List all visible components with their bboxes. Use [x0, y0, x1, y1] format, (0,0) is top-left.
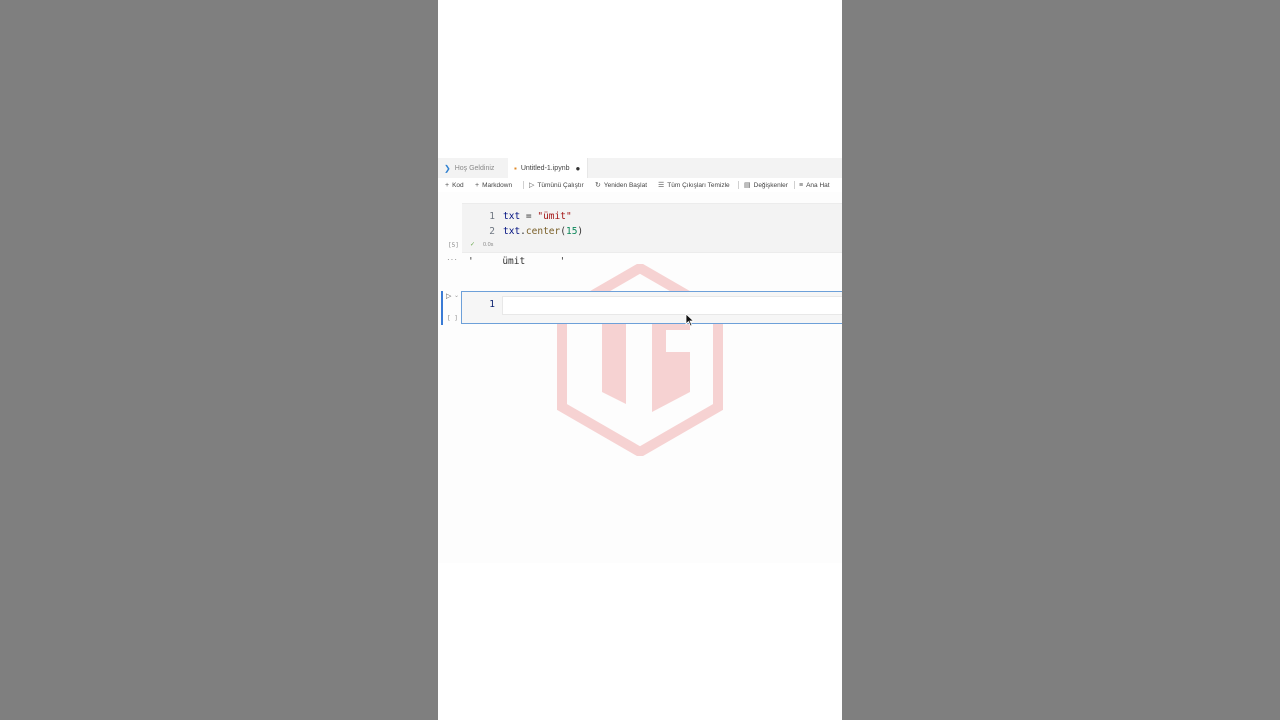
notebook-icon: ▪ [514, 163, 517, 173]
add-code-cell-button[interactable]: + Kod [445, 178, 464, 192]
restart-label: Yeniden Başlat [603, 181, 648, 189]
unsaved-dot-icon[interactable]: ● [575, 164, 580, 173]
code-token-variable: txt [503, 225, 521, 237]
line-number: 2 [489, 225, 495, 237]
success-check-icon: ✓ [470, 242, 476, 248]
execution-count: [ ] [447, 315, 458, 322]
outline-label: Ana Hat [806, 181, 830, 189]
execution-time: 0.0s [483, 242, 494, 248]
tab-welcome[interactable]: ❯ Hoş Geldiniz [444, 158, 510, 178]
active-cell-indicator [441, 291, 443, 325]
variables-button[interactable]: ▤ Değişkenler [744, 178, 788, 192]
code-token-operator: = [520, 210, 538, 222]
tab-bar: ❯ Hoş Geldiniz ▪ Untitled-1.ipynb ● [438, 158, 842, 179]
plus-icon: + [445, 181, 450, 189]
outline-button[interactable]: ≡ Ana Hat [799, 178, 830, 192]
restart-button[interactable]: ↻ Yeniden Başlat [595, 178, 647, 192]
execution-count: [5] [448, 242, 459, 249]
output-more-button[interactable]: ··· [447, 255, 458, 264]
code-line[interactable]: 1 [462, 297, 822, 311]
code-line[interactable]: 2 txt. center(15) [462, 224, 822, 238]
toolbar-divider [523, 181, 524, 189]
chevron-down-icon[interactable]: ⌄ [454, 292, 459, 299]
variables-icon: ▤ [744, 182, 751, 189]
code-token-number: 15 [565, 225, 578, 237]
tab-label: Hoş Geldiniz [454, 164, 495, 172]
code-token-function: center [525, 225, 561, 237]
code-line[interactable]: 1 txt = "ümit" [462, 209, 822, 223]
restart-icon: ↻ [595, 182, 601, 189]
notebook-toolbar: + Kod + Markdown ▷ Tümünü Çalıştır ↻ Yen… [438, 178, 842, 192]
line-number: 1 [489, 210, 495, 222]
code-token-paren: ) [577, 225, 584, 237]
code-token-variable: txt [503, 210, 521, 222]
clear-outputs-button[interactable]: ☰ Tüm Çıkışları Temizle [658, 178, 730, 192]
add-code-label: Kod [452, 181, 464, 189]
run-all-icon: ▷ [529, 182, 535, 189]
vscode-icon: ❯ [444, 163, 451, 173]
cell-output: ' ümit ' [468, 256, 566, 267]
mouse-cursor-icon [685, 313, 695, 327]
plus-icon: + [475, 181, 480, 189]
code-cell[interactable]: 1 txt = "ümit" 2 txt. center(15) [462, 203, 842, 253]
tab-notebook[interactable]: ▪ Untitled-1.ipynb ● [508, 158, 588, 178]
add-markdown-cell-button[interactable]: + Markdown [475, 178, 512, 192]
add-markdown-label: Markdown [482, 181, 513, 189]
run-all-button[interactable]: ▷ Tümünü Çalıştır [529, 178, 584, 192]
toolbar-divider [794, 181, 795, 189]
run-cell-icon[interactable]: ▷ [446, 292, 451, 300]
run-all-label: Tümünü Çalıştır [537, 181, 584, 189]
line-number: 1 [489, 298, 495, 310]
outline-icon: ≡ [799, 181, 804, 189]
video-frame: ❯ Hoş Geldiniz ▪ Untitled-1.ipynb ● + Ko… [438, 0, 842, 720]
tab-label: Untitled-1.ipynb [520, 164, 570, 172]
clear-outputs-icon: ☰ [658, 182, 665, 189]
notebook-editor: ❯ Hoş Geldiniz ▪ Untitled-1.ipynb ● + Ko… [438, 158, 842, 563]
toolbar-divider [738, 181, 739, 189]
active-code-cell[interactable]: 1 [461, 291, 842, 324]
clear-outputs-label: Tüm Çıkışları Temizle [667, 181, 730, 189]
code-token-string: "ümit" [537, 210, 572, 222]
variables-label: Değişkenler [753, 181, 788, 189]
